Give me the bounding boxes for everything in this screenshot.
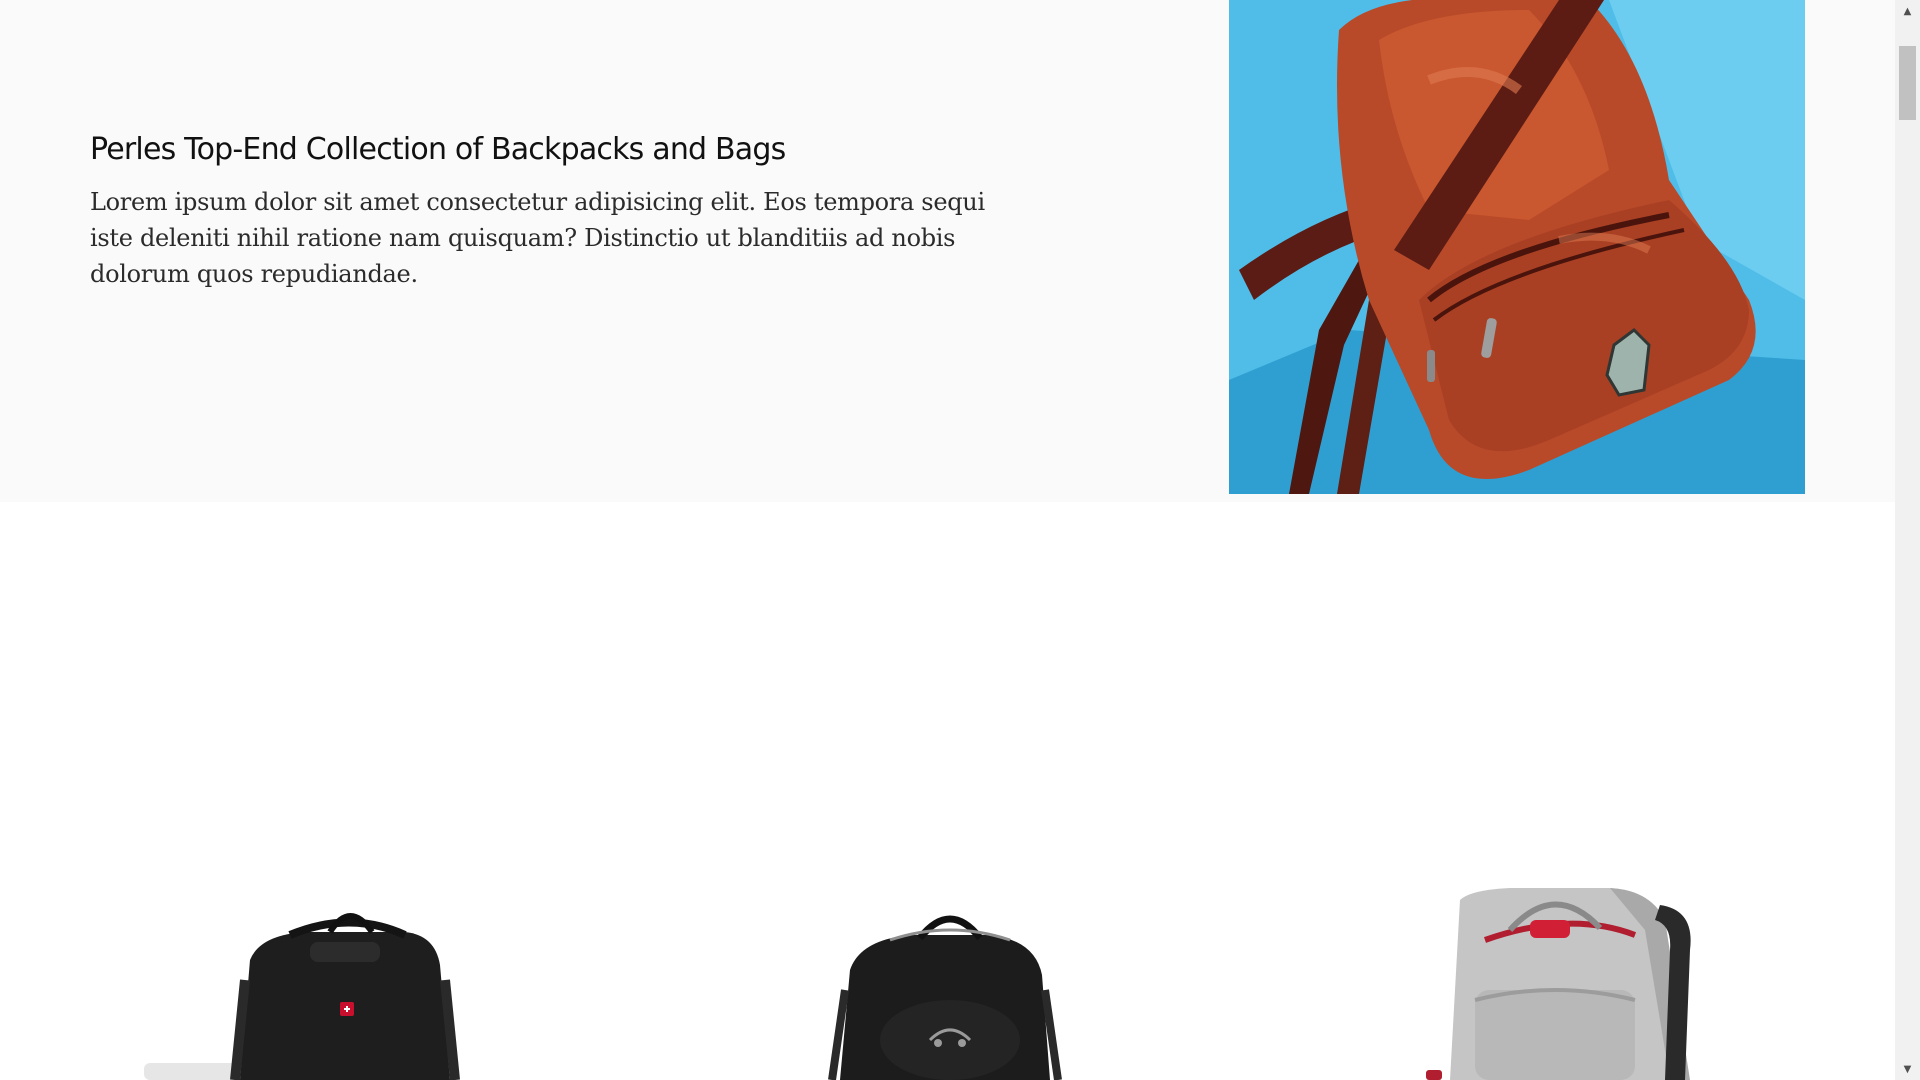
hero-section: Perles Top-End Collection of Backpacks a… (0, 0, 1895, 502)
hero-description: Lorem ipsum dolor sit amet consectetur a… (90, 188, 985, 288)
product-card-3[interactable] (1380, 880, 1720, 1080)
vertical-scrollbar[interactable]: ▲ ▼ (1895, 0, 1920, 1080)
product-card-2[interactable] (810, 880, 1090, 1080)
arrow-up-icon[interactable]: ▲ (1895, 0, 1920, 22)
arrow-down-icon[interactable]: ▼ (1895, 1058, 1920, 1080)
hero-backpack-image (1229, 0, 1805, 494)
product-card-1[interactable] (140, 880, 480, 1080)
scrollbar-thumb[interactable] (1899, 46, 1916, 120)
hero-text-block: Perles Top-End Collection of Backpacks a… (90, 128, 1030, 292)
hero-title: Perles Top-End Collection of Backpacks a… (90, 132, 786, 167)
page: Perles Top-End Collection of Backpacks a… (0, 0, 1895, 1080)
